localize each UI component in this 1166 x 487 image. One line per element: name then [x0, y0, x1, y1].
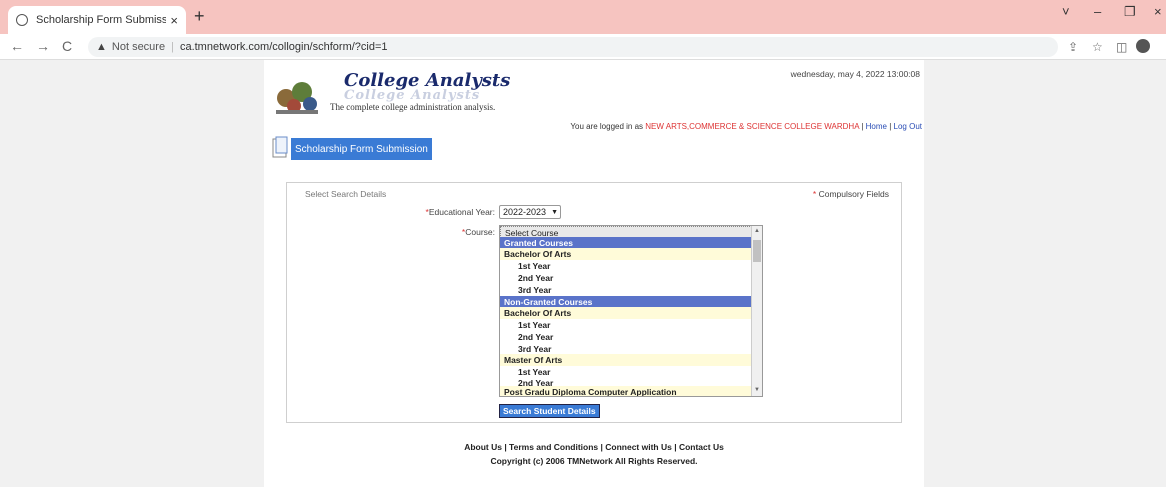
footer-copyright: Copyright (c) 2006 TMNetwork All Rights …	[490, 456, 698, 466]
login-status: You are logged in as NEW ARTS,COMMERCE &…	[570, 122, 922, 131]
course-option[interactable]: 3rd Year	[500, 284, 752, 296]
listbox-scrollbar[interactable]: ▲ ▼	[751, 226, 762, 396]
logout-link[interactable]: Log Out	[894, 122, 922, 131]
browser-tab[interactable]: Scholarship Form Submission ×	[8, 6, 186, 34]
course-label-row: *Course:	[407, 227, 495, 237]
compulsory-note: * Compulsory Fields	[813, 189, 889, 199]
profile-avatar[interactable]	[1136, 39, 1150, 53]
browser-tab-bar: Scholarship Form Submission × + ˅ – ❐ ×	[0, 0, 1166, 34]
close-tab-icon[interactable]: ×	[170, 13, 178, 28]
url-text: ca.tmnetwork.com/collogin/schform/?cid=1	[179, 41, 388, 53]
new-tab-icon[interactable]: +	[194, 6, 205, 27]
close-window-icon[interactable]: ×	[1154, 4, 1162, 19]
globe-icon	[16, 14, 28, 26]
page-title: Scholarship Form Submission	[291, 138, 432, 160]
warning-icon: ▲	[96, 41, 107, 53]
bookmark-star-icon[interactable]: ☆	[1092, 40, 1103, 54]
course-option-group[interactable]: Bachelor Of Arts	[500, 307, 752, 319]
back-icon[interactable]: ←	[10, 38, 24, 54]
course-label: Course:	[465, 227, 495, 237]
sidebar-icon[interactable]: ◫	[1116, 40, 1127, 54]
college-logo-icon	[276, 82, 318, 114]
datetime: wednesday, may 4, 2022 13:00:08	[790, 69, 920, 79]
header-separator: |	[861, 122, 864, 131]
footer-links[interactable]: About Us | Terms and Conditions | Connec…	[264, 442, 924, 452]
section-label: Select Search Details	[305, 189, 387, 199]
course-option-group[interactable]: Master Of Arts	[500, 354, 752, 366]
logged-in-prefix: You are logged in as	[570, 122, 644, 131]
address-bar-row: ← → C ▲ Not secure | ca.tmnetwork.com/co…	[0, 34, 1166, 60]
home-link[interactable]: Home	[866, 122, 887, 131]
course-option[interactable]: 1st Year	[500, 319, 752, 331]
url-separator: |	[171, 41, 174, 53]
chevron-down-icon: ▼	[551, 208, 558, 216]
page-content: College Analysts College Analysts The co…	[264, 60, 924, 487]
url-field[interactable]: ▲ Not secure | ca.tmnetwork.com/collogin…	[88, 37, 1058, 57]
course-option-group[interactable]: Post Gradu Diploma Computer Application	[500, 386, 752, 396]
scrollbar-thumb[interactable]	[753, 240, 761, 262]
brand-reflection: College Analysts	[344, 88, 481, 103]
search-form: Select Search Details * Compulsory Field…	[286, 182, 902, 423]
course-option[interactable]: 1st Year	[500, 260, 752, 272]
tab-search-icon[interactable]: ˅	[1062, 4, 1070, 19]
header-separator: |	[889, 122, 892, 131]
year-label: Educational Year:	[428, 207, 495, 217]
tab-title: Scholarship Form Submission	[36, 14, 167, 26]
reload-icon[interactable]: C	[62, 38, 72, 54]
scroll-down-icon[interactable]: ▼	[754, 387, 760, 393]
course-option-group[interactable]: Bachelor Of Arts	[500, 248, 752, 260]
brand-tagline: The complete college administration anal…	[330, 102, 496, 112]
share-icon[interactable]: ⇪	[1068, 40, 1078, 54]
course-option[interactable]: 2nd Year	[500, 272, 752, 284]
year-label-row: *Educational Year:	[407, 207, 495, 217]
document-icon	[272, 136, 288, 158]
restore-icon[interactable]: ❐	[1124, 4, 1136, 20]
year-value: 2022-2023	[503, 207, 547, 217]
minimize-icon[interactable]: –	[1094, 4, 1101, 19]
scroll-up-icon[interactable]: ▲	[754, 228, 760, 234]
course-option[interactable]: 2nd Year	[500, 331, 752, 343]
forward-icon[interactable]: →	[36, 38, 50, 54]
required-marker: *	[812, 189, 817, 199]
course-listbox[interactable]: Select Course Granted Courses Bachelor O…	[499, 225, 763, 397]
compulsory-label: Compulsory Fields	[818, 189, 889, 199]
educational-year-select[interactable]: 2022-2023 ▼	[499, 205, 561, 219]
security-label: Not secure	[111, 41, 166, 53]
search-student-details-button[interactable]: Search Student Details	[499, 404, 600, 418]
college-name: NEW ARTS,COMMERCE & SCIENCE COLLEGE WARD…	[645, 122, 860, 131]
